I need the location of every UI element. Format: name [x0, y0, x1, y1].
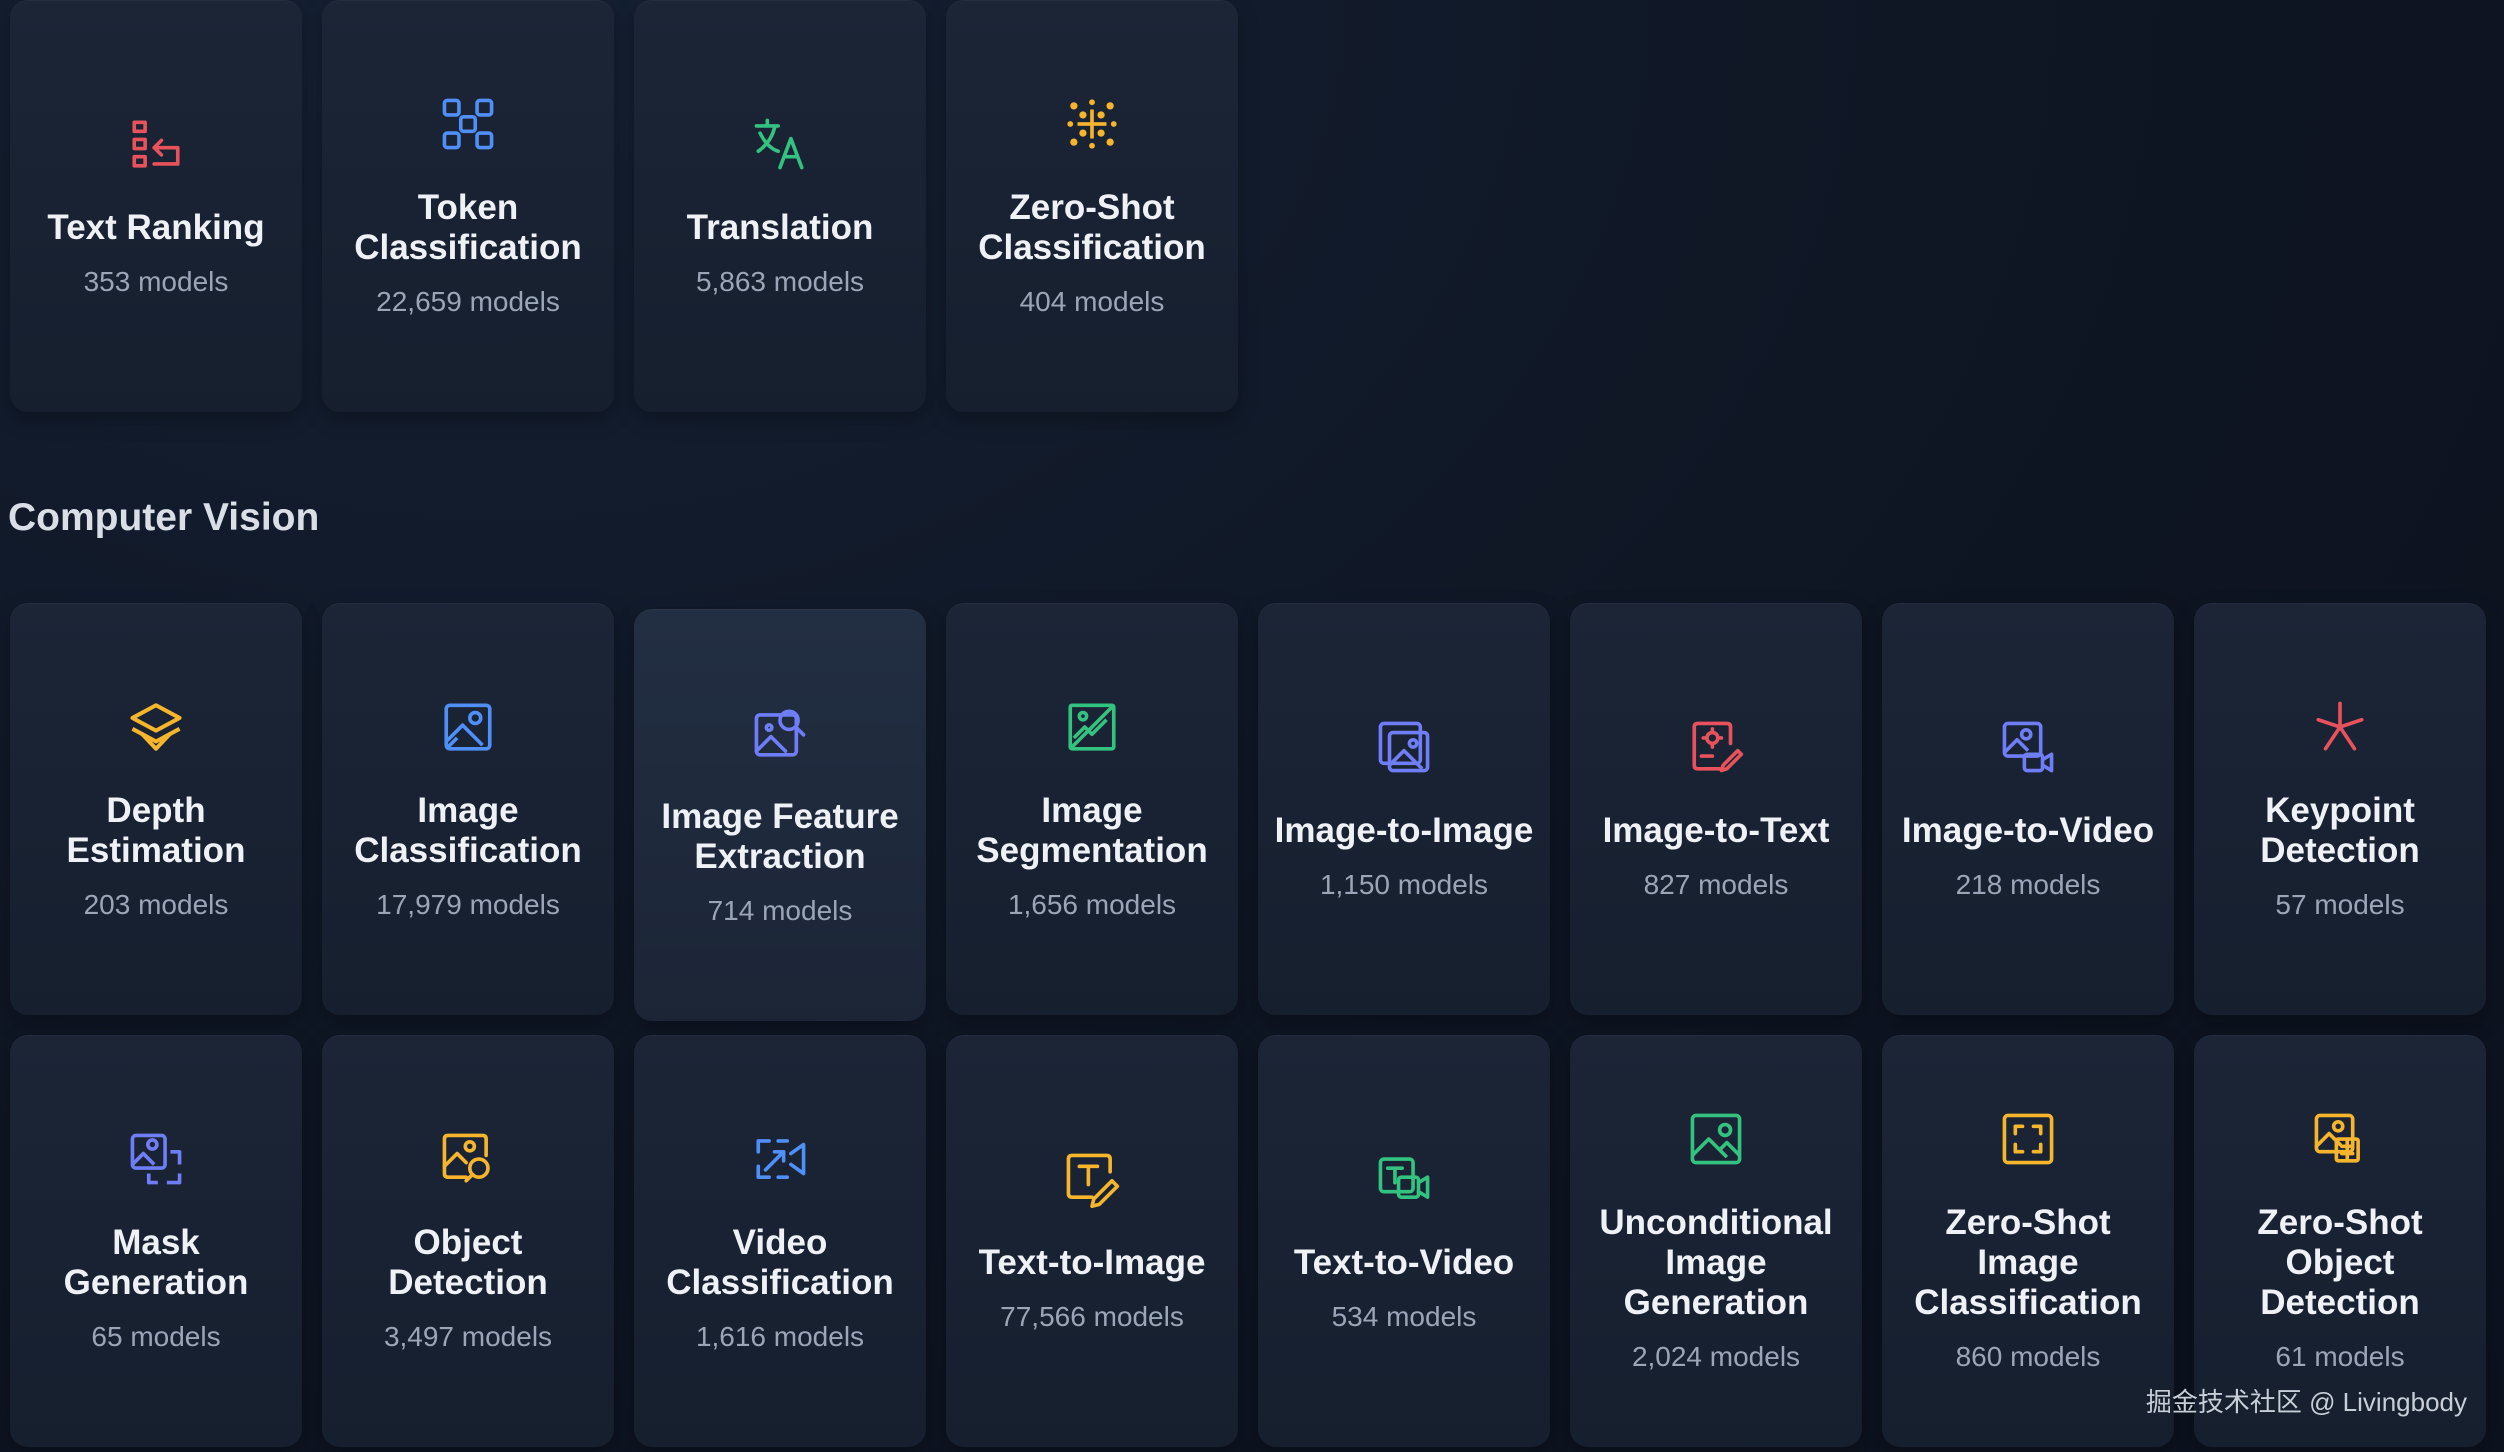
text-ranking-icon: [126, 114, 186, 174]
model-count: 714 models: [707, 895, 853, 926]
model-count: 3,497 models: [383, 1321, 553, 1352]
model-count: 5,863 models: [695, 266, 865, 297]
task-card-depth-estimation[interactable]: Depth Estimation 203 models: [10, 603, 302, 1015]
task-card-token-classification[interactable]: Token Classification 22,659 models: [322, 0, 614, 412]
task-card-translation[interactable]: Translation 5,863 models: [634, 0, 926, 412]
image-segmentation-icon: [1062, 697, 1122, 757]
depth-estimation-icon: [126, 697, 186, 757]
keypoint-detection-icon: [2310, 697, 2370, 757]
task-title: Keypoint Detection: [2260, 791, 2420, 870]
task-title: Image-to-Image: [1274, 811, 1534, 850]
model-count: 404 models: [1019, 286, 1165, 317]
model-count: 353 models: [83, 266, 229, 297]
model-count: 17,979 models: [376, 889, 560, 920]
task-card-image-feature-extraction[interactable]: Image Feature Extraction 714 models: [634, 609, 926, 1021]
task-title: Text-to-Video: [1293, 1243, 1515, 1282]
task-title: Image-to-Video: [1901, 811, 2155, 850]
zero-shot-object-detection-icon: [2310, 1109, 2370, 1169]
section-title-computer-vision: Computer Vision: [8, 496, 320, 539]
model-count: 65 models: [91, 1321, 221, 1352]
task-title: Image-to-Text: [1602, 811, 1830, 850]
model-count: 77,566 models: [1000, 1301, 1184, 1332]
task-title: Zero-Shot Object Detection: [2257, 1203, 2423, 1322]
task-card-image-classification[interactable]: Image Classification 17,979 models: [322, 603, 614, 1015]
task-title: Mask Generation: [63, 1223, 249, 1302]
task-card-image-segmentation[interactable]: Image Segmentation 1,656 models: [946, 603, 1238, 1015]
model-count: 57 models: [2275, 889, 2405, 920]
model-count: 827 models: [1643, 869, 1789, 900]
watermark: 掘金技术社区 @ Livingbody: [2145, 1387, 2467, 1417]
task-title: Image Segmentation: [976, 791, 1208, 870]
image-to-text-icon: [1686, 717, 1746, 777]
model-count: 1,656 models: [1007, 889, 1177, 920]
model-count: 1,150 models: [1319, 869, 1489, 900]
mask-generation-icon: [126, 1129, 186, 1189]
task-card-text-to-video[interactable]: Text-to-Video 534 models: [1258, 1035, 1550, 1447]
task-card-object-detection[interactable]: Object Detection 3,497 models: [322, 1035, 614, 1447]
model-count: 860 models: [1955, 1341, 2101, 1372]
text-to-image-icon: [1062, 1149, 1122, 1209]
image-to-image-icon: [1374, 717, 1434, 777]
model-count: 61 models: [2275, 1341, 2405, 1372]
task-title: Image Classification: [354, 791, 582, 870]
task-title: Translation: [686, 208, 874, 247]
task-card-zero-shot-image-classification[interactable]: Zero-Shot Image Classification 860 model…: [1882, 1035, 2174, 1447]
image-feature-extraction-icon: [750, 703, 810, 763]
tasks-page: Text Ranking 353 models Token Classifica…: [0, 0, 2504, 1452]
computer-vision-task-grid: Depth Estimation 203 models Image Classi…: [10, 603, 2486, 1447]
model-count: 203 models: [83, 889, 229, 920]
task-title: Token Classification: [354, 188, 582, 267]
text-to-video-icon: [1374, 1149, 1434, 1209]
task-card-image-to-text[interactable]: Image-to-Text 827 models: [1570, 603, 1862, 1015]
zero-shot-image-classification-icon: [1998, 1109, 2058, 1169]
task-title: Zero-Shot Image Classification: [1914, 1203, 2142, 1322]
image-classification-icon: [438, 697, 498, 757]
image-to-video-icon: [1998, 717, 2058, 777]
video-classification-icon: [750, 1129, 810, 1189]
task-card-text-ranking[interactable]: Text Ranking 353 models: [10, 0, 302, 412]
task-card-image-to-video[interactable]: Image-to-Video 218 models: [1882, 603, 2174, 1015]
task-card-unconditional-image-generation[interactable]: Unconditional Image Generation 2,024 mod…: [1570, 1035, 1862, 1447]
model-count: 218 models: [1955, 869, 2101, 900]
task-card-zero-shot-classification[interactable]: Zero-Shot Classification 404 models: [946, 0, 1238, 412]
model-count: 1,616 models: [695, 1321, 865, 1352]
task-title: Object Detection: [388, 1223, 548, 1302]
task-title: Text-to-Image: [978, 1243, 1206, 1282]
task-title: Text Ranking: [47, 208, 265, 247]
task-card-text-to-image[interactable]: Text-to-Image 77,566 models: [946, 1035, 1238, 1447]
task-title: Image Feature Extraction: [661, 797, 899, 876]
model-count: 22,659 models: [376, 286, 560, 317]
translation-icon: [750, 114, 810, 174]
model-count: 2,024 models: [1631, 1341, 1801, 1372]
unconditional-image-generation-icon: [1686, 1109, 1746, 1169]
nlp-task-grid: Text Ranking 353 models Token Classifica…: [10, 0, 2486, 412]
task-title: Unconditional Image Generation: [1599, 1203, 1833, 1322]
task-title: Zero-Shot Classification: [978, 188, 1206, 267]
task-title: Video Classification: [666, 1223, 894, 1302]
task-card-image-to-image[interactable]: Image-to-Image 1,150 models: [1258, 603, 1550, 1015]
object-detection-icon: [438, 1129, 498, 1189]
zero-shot-classification-icon: [1062, 94, 1122, 154]
token-classification-icon: [438, 94, 498, 154]
task-card-mask-generation[interactable]: Mask Generation 65 models: [10, 1035, 302, 1447]
model-count: 534 models: [1331, 1301, 1477, 1332]
task-title: Depth Estimation: [66, 791, 246, 870]
task-card-keypoint-detection[interactable]: Keypoint Detection 57 models: [2194, 603, 2486, 1015]
task-card-video-classification[interactable]: Video Classification 1,616 models: [634, 1035, 926, 1447]
